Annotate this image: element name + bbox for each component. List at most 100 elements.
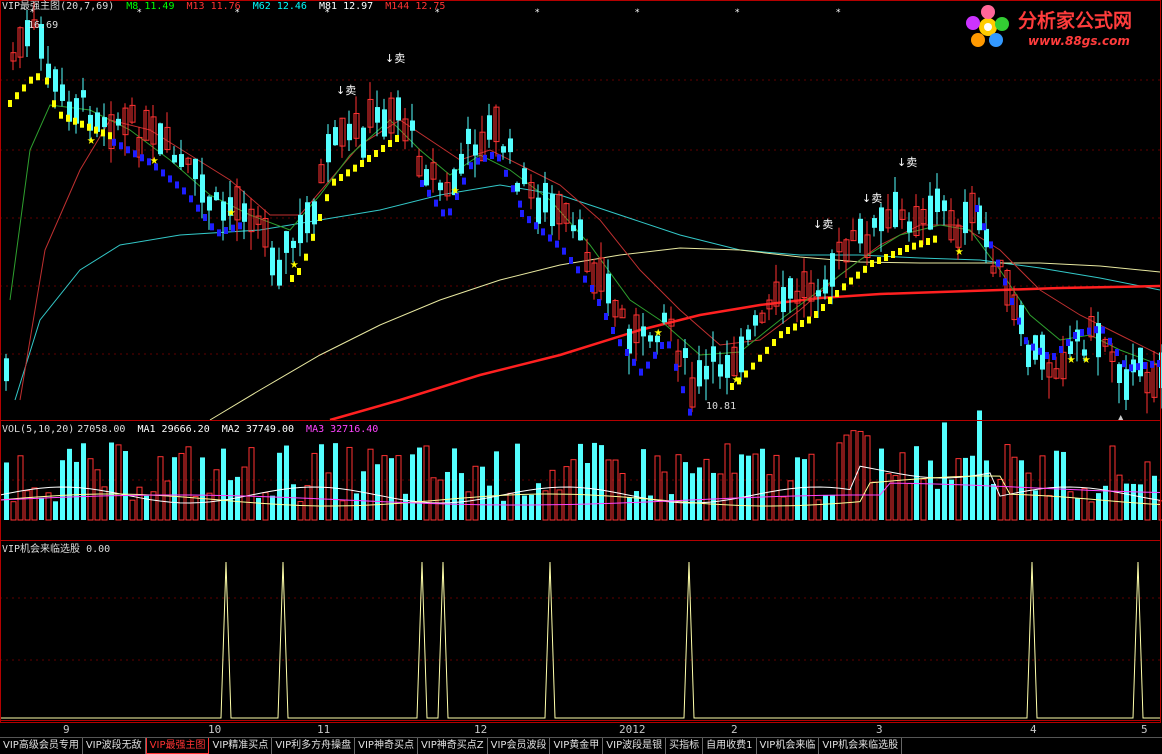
band-block: [469, 162, 473, 170]
panel-frames: [0, 0, 1161, 723]
band-block: [1038, 347, 1042, 355]
volume-bar-up: [206, 492, 213, 521]
volume-bar-down: [984, 460, 989, 520]
m13-readout: M13 11.76: [186, 1, 241, 12]
band-block: [520, 210, 524, 217]
down-candle: [298, 214, 303, 244]
volume-bar-down: [445, 471, 450, 520]
down-candle: [879, 207, 884, 232]
volume-bar-up: [1046, 494, 1053, 521]
volume-bar-down: [291, 484, 296, 520]
m62-readout: M62 12.46: [252, 1, 307, 12]
band-block: [870, 260, 874, 267]
band-block: [1094, 326, 1098, 334]
band-block: [318, 214, 322, 221]
down-candle: [816, 290, 821, 297]
down-candle: [270, 247, 275, 276]
volume-bar-up: [164, 480, 171, 521]
m81-readout: M81 12.97: [318, 1, 374, 12]
down-candle: [242, 203, 247, 222]
band-block: [814, 311, 818, 318]
band-block: [1059, 346, 1063, 353]
band-block: [933, 235, 937, 243]
volume-bar-up: [185, 446, 192, 521]
volume-bar-up: [465, 491, 472, 521]
tab-6[interactable]: VIP神奇买点Z: [418, 738, 488, 754]
band-block: [569, 257, 573, 264]
volume-header: VOL(5,10,20) 27058.00 MA1 29666.20 MA2 37…: [2, 424, 384, 436]
band-block: [688, 408, 692, 416]
band-block: [497, 154, 501, 162]
down-candle: [179, 154, 184, 167]
band-block: [189, 195, 193, 203]
tab-5[interactable]: VIP神奇买点: [355, 738, 418, 754]
volume-bar-up: [304, 485, 311, 521]
volume-bar-up: [661, 471, 668, 521]
tab-8[interactable]: VIP黄金甲: [550, 738, 604, 754]
down-candle: [648, 335, 653, 342]
tab-0[interactable]: VIP高级会员专用: [0, 738, 83, 754]
band-block: [1129, 364, 1133, 372]
volume-bar-down: [697, 467, 702, 520]
band-block: [332, 178, 336, 186]
tab-7[interactable]: VIP会员波段: [488, 738, 551, 754]
band-block: [821, 304, 825, 311]
volume-bar-up: [1116, 474, 1123, 521]
band-block: [849, 277, 853, 285]
volume-bar-up: [612, 459, 619, 521]
tab-11[interactable]: 自用收费1: [703, 738, 757, 754]
band-block: [325, 194, 329, 202]
tab-2[interactable]: VIP最强主图: [145, 738, 210, 754]
band-block: [590, 285, 594, 292]
volume-bar-down: [935, 488, 940, 520]
band-block: [112, 138, 116, 146]
volume-bar-up: [381, 455, 388, 521]
sell-mark: ↓卖: [336, 84, 357, 97]
tab-4[interactable]: VIP利多方舟操盘: [272, 738, 356, 754]
band-block: [311, 233, 315, 241]
x-axis-label: 2012: [619, 723, 646, 736]
tab-13[interactable]: VIP机会来临选股: [819, 738, 903, 754]
volume-bar-up: [136, 486, 143, 521]
tab-3[interactable]: VIP精准买点: [209, 738, 273, 754]
tab-9[interactable]: VIP波段是银: [603, 738, 667, 754]
logo-url: www.88gs.com: [1028, 34, 1130, 48]
band-block: [625, 349, 629, 356]
tab-1[interactable]: VIP波段无敌: [83, 738, 146, 754]
volume-bar-down: [375, 464, 380, 520]
down-candle: [753, 315, 758, 326]
down-candle: [347, 123, 352, 141]
down-candle: [487, 115, 492, 140]
volume-bar-down: [417, 447, 422, 520]
band-block: [793, 323, 797, 331]
stock-chart-canvas[interactable]: * * * * * * * * * ★★★★★★★★★ ★▲: [0, 0, 1162, 737]
volume-bar-down: [81, 443, 86, 520]
down-candle: [333, 127, 338, 146]
volume-bar-down: [879, 448, 884, 520]
volume-bar-down: [389, 458, 394, 520]
volume-bar-down: [1096, 493, 1101, 520]
down-candle: [928, 195, 933, 230]
candlesticks: [4, 2, 1162, 414]
band-block: [1080, 329, 1084, 336]
band-block: [59, 111, 63, 119]
volume-bar-up: [339, 500, 346, 521]
tab-12[interactable]: VIP机会来临: [757, 738, 820, 754]
band-block: [884, 254, 888, 261]
volume-bar-up: [773, 454, 780, 521]
x-axis-label: 5: [1141, 723, 1148, 736]
tab-10[interactable]: 买指标: [666, 738, 704, 754]
down-candle: [1124, 369, 1129, 400]
down-candle: [207, 196, 212, 211]
down-candle: [375, 107, 380, 123]
volume-bar-down: [760, 448, 765, 520]
volume-bar-up: [94, 469, 101, 521]
volume-bar-up: [997, 478, 1004, 521]
band-block: [1108, 337, 1112, 345]
volume-bar-up: [1088, 501, 1095, 521]
band-block: [133, 150, 137, 158]
band-block: [758, 354, 762, 362]
volume-bar-up: [1011, 456, 1018, 521]
band-block: [1066, 339, 1070, 346]
signal-line: [0, 561, 1160, 719]
